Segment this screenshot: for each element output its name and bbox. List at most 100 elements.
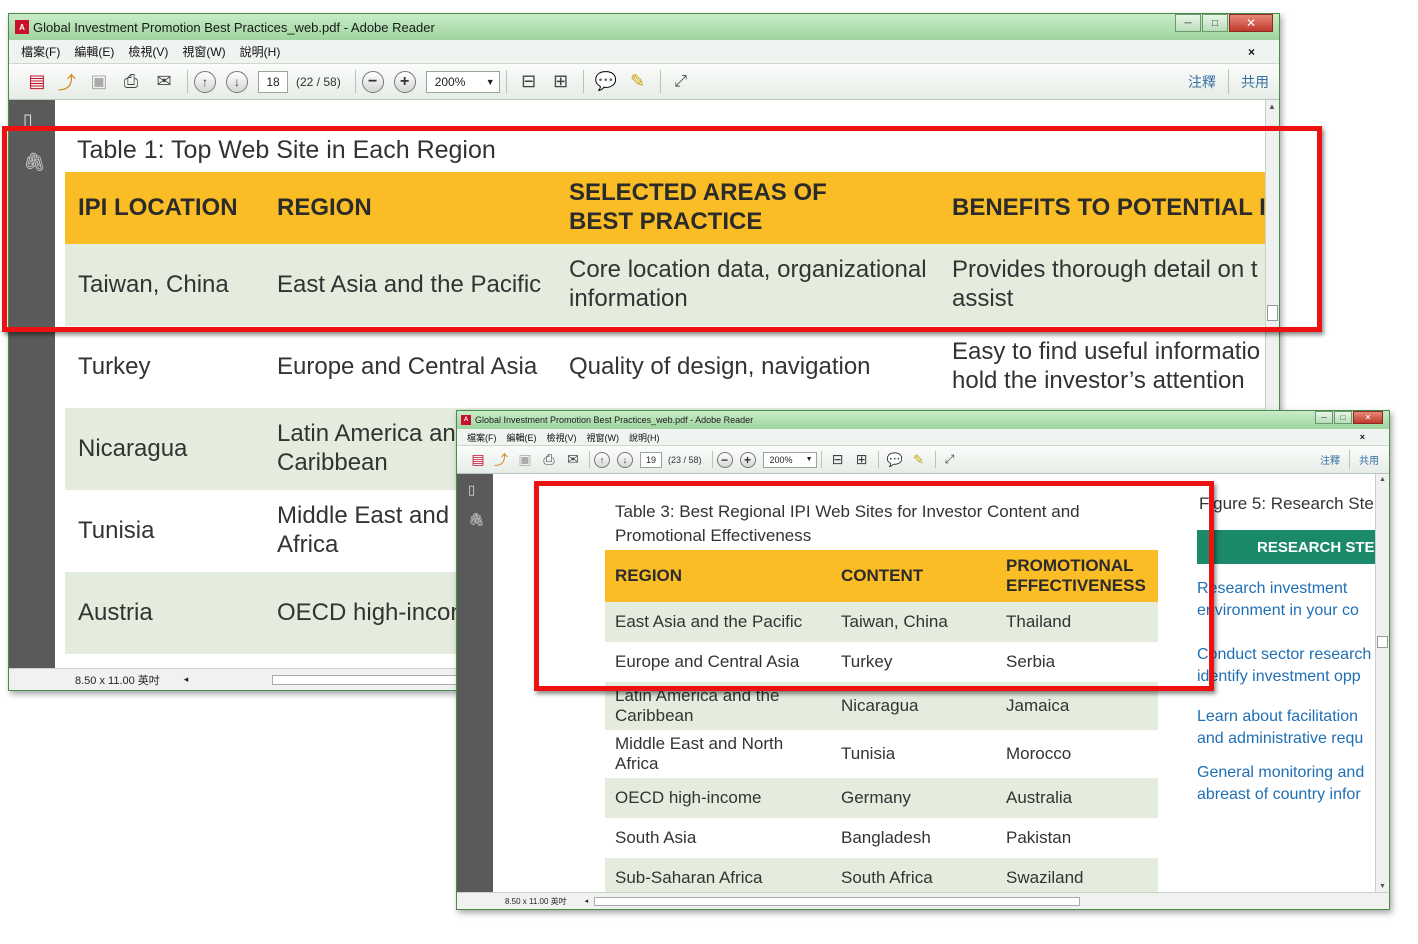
menu-file[interactable]: 檔案(F): [467, 431, 497, 444]
save-icon[interactable]: ▣: [83, 71, 115, 92]
research-step: Research investment environment in your …: [1197, 580, 1359, 620]
scroll-up-arrow[interactable]: ▲: [1268, 102, 1276, 111]
toolbar-right: 注釋 共用: [1320, 446, 1379, 474]
menu-view[interactable]: 檢視(V): [128, 43, 168, 60]
menu-edit[interactable]: 編輯(E): [74, 43, 114, 60]
prev-page-icon[interactable]: ↑: [194, 70, 216, 93]
zoom-out-icon[interactable]: −: [361, 70, 384, 93]
cell-content: Bangladesh: [841, 827, 931, 847]
menu-view[interactable]: 檢視(V): [547, 431, 577, 444]
pages-icon[interactable]: ▯: [468, 482, 475, 498]
close-document-icon[interactable]: ×: [1248, 45, 1255, 59]
close-document-icon[interactable]: ×: [1360, 432, 1365, 442]
create-pdf-icon[interactable]: ▤: [23, 71, 51, 92]
cell-region: Middle East and North Africa: [615, 733, 784, 773]
fit-page-icon[interactable]: ⊟: [826, 451, 850, 468]
menu-window[interactable]: 視窗(W): [182, 43, 225, 60]
zoom-in-icon[interactable]: +: [739, 451, 756, 468]
create-pdf-icon[interactable]: ▤: [467, 451, 489, 468]
save-icon[interactable]: ▣: [513, 451, 537, 468]
cell-promotional: Serbia: [1006, 651, 1056, 671]
zoom-level-value: 200%: [434, 74, 466, 89]
close-window-button[interactable]: ✕: [1353, 411, 1383, 424]
title-bar: A Global Investment Promotion Best Pract…: [457, 411, 1389, 429]
fit-width-icon[interactable]: ⊞: [545, 71, 577, 92]
menu-help[interactable]: 說明(H): [240, 43, 281, 60]
minimize-button[interactable]: ─: [1175, 14, 1201, 32]
share-panel-button[interactable]: 共用: [1241, 72, 1269, 92]
header-benefits: BENEFITS TO POTENTIAL IN: [952, 193, 1265, 221]
open-icon[interactable]: ⤴: [489, 450, 513, 470]
window-title: Global Investment Promotion Best Practic…: [33, 19, 435, 35]
cell-promotional: Swaziland: [1006, 867, 1084, 887]
cell-region: South Asia: [615, 827, 697, 847]
table-row: Latin America and the Caribbean Nicaragu…: [605, 682, 1158, 730]
open-icon[interactable]: ⤴: [51, 69, 83, 95]
cell-content: Turkey: [841, 651, 893, 671]
fullscreen-icon[interactable]: ⤢: [667, 73, 695, 91]
highlight-icon[interactable]: ✎: [622, 71, 654, 92]
attachment-icon[interactable]: 🖇: [23, 152, 46, 173]
print-icon[interactable]: ⎙: [537, 451, 561, 468]
scroll-up-arrow[interactable]: ▲: [1379, 476, 1386, 483]
table-title: Table 1: Top Web Site in Each Region: [77, 136, 496, 164]
scroll-thumb[interactable]: [1377, 636, 1388, 648]
cell-region: OECD high-income: [615, 787, 762, 807]
cell-promotional: Pakistan: [1006, 827, 1072, 847]
highlight-icon[interactable]: ✎: [907, 452, 931, 468]
next-page-icon[interactable]: ↓: [617, 451, 633, 468]
fullscreen-icon[interactable]: ⤢: [940, 452, 960, 467]
cell-region: Latin America and Caribbean: [277, 420, 470, 476]
next-page-icon[interactable]: ↓: [226, 70, 248, 93]
comment-panel-button[interactable]: 注釋: [1188, 72, 1216, 92]
toolbar: ▤ ⤴ ▣ ⎙ ✉ ↑ ↓ 19 (23 / 58) − + 200% ▼ ⊟ …: [457, 446, 1389, 474]
status-bar: 8.50 x 11.00 英吋 ◂: [457, 892, 1389, 909]
cell-region: East Asia and the Pacific: [277, 270, 542, 298]
zoom-level-select[interactable]: 200% ▼: [762, 451, 817, 468]
pages-icon[interactable]: ▯: [23, 110, 33, 131]
header-region: REGION: [615, 565, 683, 585]
scroll-down-arrow[interactable]: ▼: [1379, 883, 1386, 890]
comment-note-icon[interactable]: 💬: [590, 71, 622, 92]
attachment-icon[interactable]: 🖇: [468, 512, 485, 528]
zoom-in-icon[interactable]: +: [393, 70, 416, 93]
menu-file[interactable]: 檔案(F): [21, 43, 60, 60]
scroll-left-arrow[interactable]: ◂: [184, 674, 189, 685]
page-number-input[interactable]: 19: [640, 451, 662, 468]
research-step: Conduct sector research identify investm…: [1197, 646, 1372, 686]
horizontal-scrollbar[interactable]: [594, 896, 1081, 906]
fit-width-icon[interactable]: ⊞: [850, 451, 874, 468]
fit-page-icon[interactable]: ⊟: [513, 71, 545, 92]
scroll-left-arrow[interactable]: ◂: [585, 897, 589, 905]
share-panel-button[interactable]: 共用: [1359, 452, 1379, 467]
scroll-thumb[interactable]: [1267, 305, 1278, 321]
navigation-pane: ▯ 🖇: [9, 100, 55, 670]
page-size-label: 8.50 x 11.00 英吋: [75, 674, 160, 687]
cell-practice: Quality of design, navigation: [569, 352, 871, 380]
vertical-scrollbar[interactable]: ▲ ▼: [1375, 474, 1389, 892]
menu-window[interactable]: 視窗(W): [587, 431, 620, 444]
page-number-input[interactable]: 18: [258, 70, 288, 93]
close-window-button[interactable]: ✕: [1229, 14, 1273, 32]
prev-page-icon[interactable]: ↑: [594, 451, 610, 468]
table-row: Taiwan, China East Asia and the Pacific …: [65, 244, 1265, 326]
cell-location: Austria: [78, 598, 153, 626]
header-ipi-location: IPI LOCATION: [78, 193, 238, 221]
zoom-out-icon[interactable]: −: [716, 451, 733, 468]
menu-help[interactable]: 說明(H): [629, 431, 660, 444]
chevron-down-icon: ▼: [485, 76, 495, 87]
zoom-level-select[interactable]: 200% ▼: [425, 70, 500, 93]
comment-panel-button[interactable]: 注釋: [1320, 452, 1340, 467]
menu-edit[interactable]: 編輯(E): [507, 431, 537, 444]
cell-promotional: Morocco: [1006, 743, 1072, 763]
menu-bar: 檔案(F) 編輯(E) 檢視(V) 視窗(W) 說明(H) ×: [9, 40, 1279, 64]
email-icon[interactable]: ✉: [561, 451, 585, 468]
comment-note-icon[interactable]: 💬: [883, 452, 907, 468]
minimize-button[interactable]: ─: [1315, 411, 1333, 424]
email-icon[interactable]: ✉: [147, 71, 181, 92]
pdf-app-icon: A: [15, 20, 29, 34]
maximize-button[interactable]: □: [1334, 411, 1352, 424]
maximize-button[interactable]: □: [1202, 14, 1228, 32]
navigation-pane: ▯ 🖇: [457, 474, 493, 892]
print-icon[interactable]: ⎙: [115, 71, 147, 92]
